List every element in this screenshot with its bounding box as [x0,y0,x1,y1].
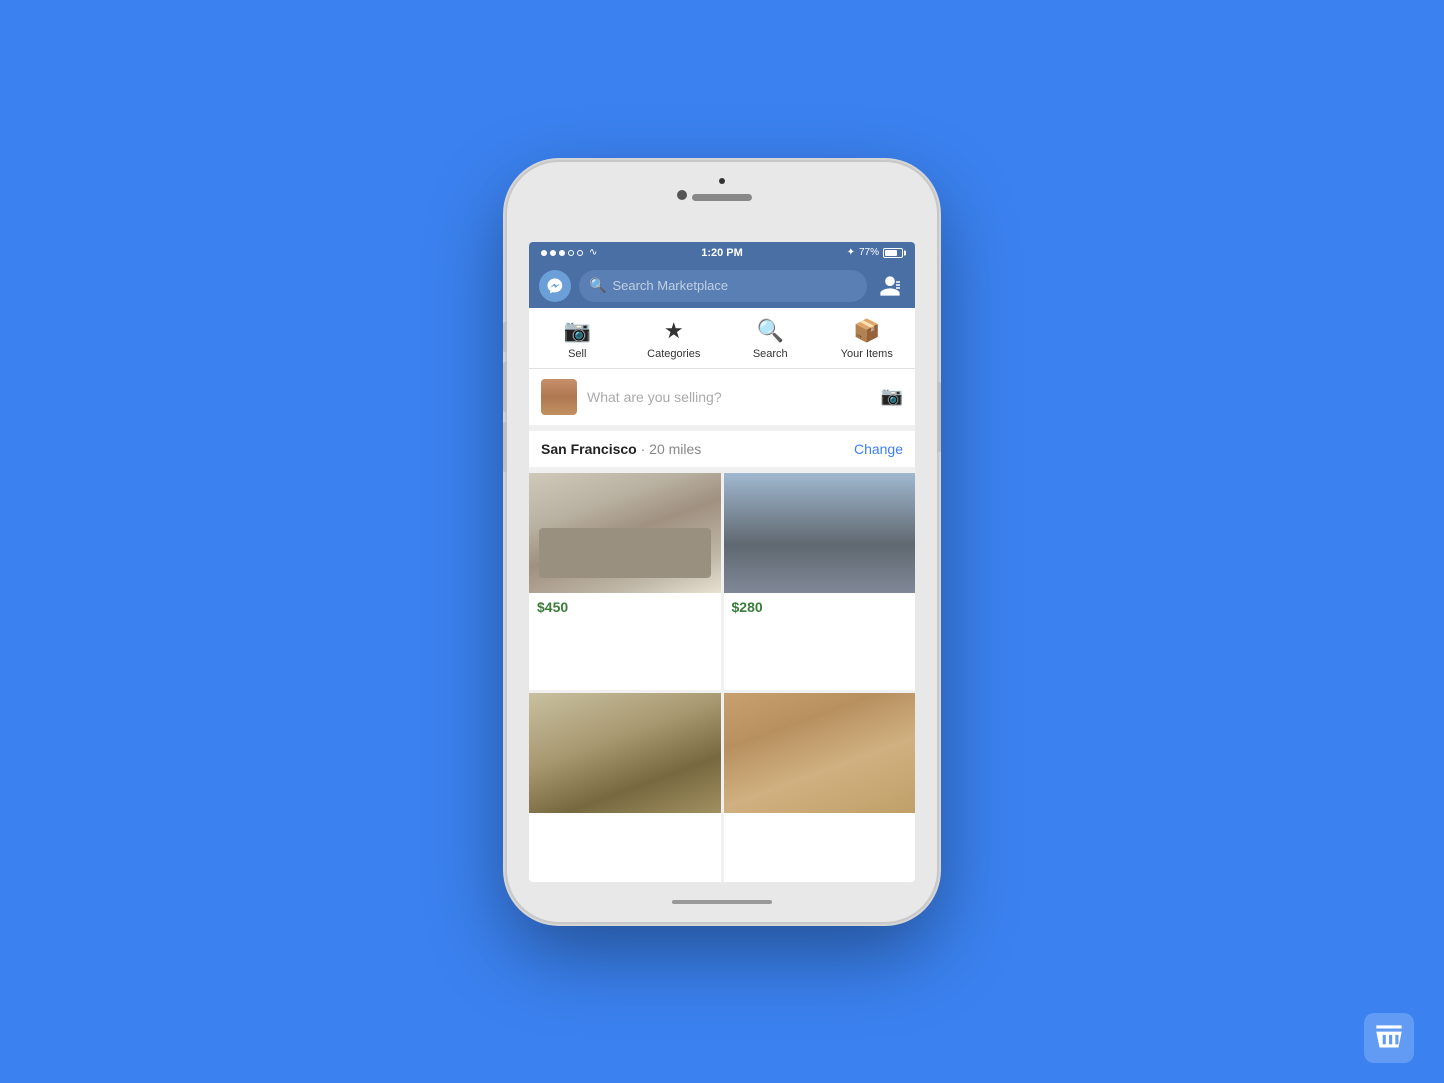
bike-image [724,473,916,593]
phone-screen: ∿ 1:20 PM ✦ 77% 🔍 Search Marketplace [529,242,915,882]
sofa-price: $450 [529,593,721,621]
signal-indicators: ∿ [541,247,597,258]
search-bar-icon: 🔍 [589,277,606,294]
avatar-image [541,379,577,415]
signal-dot-4 [568,250,574,256]
battery-fill [885,250,897,256]
tab-sell-label: Sell [568,348,586,360]
bike-price: $280 [724,593,916,621]
bluetooth-icon: ✦ [847,247,855,258]
change-location-button[interactable]: Change [854,441,903,457]
signal-dot-5 [577,250,583,256]
listings-grid: $450 $280 [529,473,915,882]
search-icon: 🔍 [757,318,784,344]
listing-sofa[interactable]: $450 [529,473,721,690]
battery-percent: 77% [859,247,879,258]
categories-icon: ★ [664,318,684,344]
listing-bear[interactable] [724,693,916,882]
user-avatar [541,379,577,415]
front-camera [677,190,687,200]
bear-image [724,693,916,813]
tab-categories[interactable]: ★ Categories [626,308,723,368]
volume-down-button [503,422,507,472]
search-placeholder: Search Marketplace [612,278,728,293]
sell-icon: 📷 [564,318,591,344]
main-content: What are you selling? 📷 San Francisco · … [529,369,915,882]
location-text: San Francisco · 20 miles [541,441,701,457]
marketplace-watermark [1364,1013,1414,1063]
sell-input-area[interactable]: What are you selling? 📷 [587,386,903,407]
lamp-image [529,693,721,813]
marketplace-nav-bar: 🔍 Search Marketplace [529,264,915,308]
front-dot [719,178,725,184]
listing-lamp[interactable] [529,693,721,882]
earpiece [692,194,752,201]
sofa-image [529,473,721,593]
status-bar: ∿ 1:20 PM ✦ 77% [529,242,915,264]
phone-top-hardware [507,162,937,242]
wifi-icon: ∿ [589,247,597,258]
tab-your-items-label: Your Items [841,348,893,360]
tab-your-items[interactable]: 📦 Your Items [819,308,916,368]
sofa-photo [529,473,721,593]
mute-button [503,322,507,352]
home-indicator [672,900,772,904]
messenger-button[interactable] [539,270,571,302]
signal-dot-2 [550,250,556,256]
phone-bottom [672,882,772,922]
distance-text: 20 miles [649,441,701,457]
listing-bike[interactable]: $280 [724,473,916,690]
signal-dot-1 [541,250,547,256]
messenger-icon [546,277,564,295]
tab-navigation: 📷 Sell ★ Categories 🔍 Search 📦 Your Item… [529,308,915,369]
city-name: San Francisco [541,441,637,457]
sell-placeholder: What are you selling? [587,389,722,405]
tab-search[interactable]: 🔍 Search [722,308,819,368]
tab-sell[interactable]: 📷 Sell [529,308,626,368]
status-time: 1:20 PM [701,247,743,259]
camera-attach-icon: 📷 [881,386,903,407]
search-bar[interactable]: 🔍 Search Marketplace [579,270,867,302]
location-bar: San Francisco · 20 miles Change [529,431,915,473]
marketplace-icon-large [1364,1013,1414,1063]
sell-bar[interactable]: What are you selling? 📷 [529,369,915,431]
distance-separator: · [641,441,650,457]
tab-categories-label: Categories [647,348,700,360]
volume-up-button [503,362,507,412]
marketplace-store-icon [1370,1019,1408,1057]
phone-mockup: ∿ 1:20 PM ✦ 77% 🔍 Search Marketplace [507,162,937,922]
profile-icon [878,274,902,298]
profile-menu-button[interactable] [875,271,905,301]
bike-photo [724,473,916,593]
status-right: ✦ 77% [847,247,903,258]
tab-search-label: Search [753,348,788,360]
your-items-icon: 📦 [853,318,880,344]
signal-dot-3 [559,250,565,256]
battery-icon [883,248,903,258]
power-button [937,382,941,452]
